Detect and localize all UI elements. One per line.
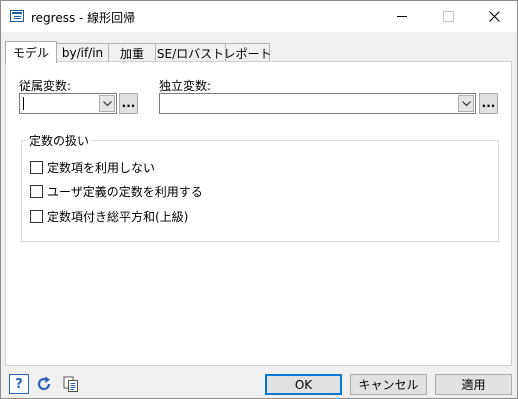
minimize-icon — [397, 16, 407, 17]
text-caret — [23, 97, 24, 110]
close-icon — [488, 11, 500, 22]
minimize-button[interactable] — [379, 1, 425, 32]
dialog-icon — [10, 10, 24, 22]
reset-button[interactable] — [34, 374, 54, 394]
title-bar[interactable]: regress - 線形回帰 — [1, 1, 517, 32]
user-constant-option[interactable]: ユーザ定義の定数を利用する — [30, 184, 203, 199]
independent-variables-combo[interactable] — [159, 93, 476, 114]
tab-report[interactable]: レポート — [224, 43, 272, 62]
reset-icon — [37, 376, 51, 391]
total-ss-checkbox[interactable] — [30, 210, 43, 223]
cancel-button[interactable]: キャンセル — [350, 374, 427, 395]
no-constant-checkbox[interactable] — [30, 161, 43, 174]
tab-se-robust[interactable]: SE/ロバスト — [155, 43, 226, 62]
user-constant-checkbox[interactable] — [30, 185, 43, 198]
window-title: regress - 線形回帰 — [31, 11, 136, 25]
dependent-browse-button[interactable]: ... — [119, 93, 138, 114]
copy-command-icon — [63, 376, 78, 392]
no-constant-option[interactable]: 定数項を利用しない — [30, 160, 155, 175]
tab-weights[interactable]: 加重 — [108, 43, 156, 62]
maximize-icon — [442, 11, 454, 22]
dependent-dropdown-button[interactable] — [99, 95, 115, 112]
tab-model[interactable]: モデル — [5, 41, 57, 63]
independent-dropdown-button[interactable] — [458, 95, 474, 112]
constant-group-title: 定数の扱い — [27, 132, 92, 149]
dependent-variable-label: 従属変数: — [19, 79, 72, 93]
total-ss-label: 定数項付き総平方和(上級) — [47, 210, 189, 224]
user-constant-label: ユーザ定義の定数を利用する — [47, 185, 203, 199]
no-constant-label: 定数項を利用しない — [47, 161, 156, 175]
apply-button[interactable]: 適用 — [435, 374, 512, 395]
ok-button[interactable]: OK — [265, 374, 342, 395]
independent-variables-label: 独立変数: — [159, 79, 212, 93]
independent-browse-button[interactable]: ... — [479, 93, 498, 114]
chevron-down-icon — [102, 100, 112, 106]
close-button[interactable] — [471, 1, 517, 32]
help-icon[interactable]: ? — [9, 374, 29, 394]
copy-command-button[interactable] — [61, 374, 81, 394]
dependent-variable-combo[interactable] — [19, 93, 117, 114]
tab-by-if-in[interactable]: by/if/in — [56, 43, 109, 62]
dialog-window: regress - 線形回帰 モデル by/if/in 加重 SE/ロバスト レ… — [0, 0, 518, 399]
chevron-down-icon — [461, 100, 471, 106]
maximize-button — [425, 1, 471, 32]
total-ss-option[interactable]: 定数項付き総平方和(上級) — [30, 209, 188, 224]
